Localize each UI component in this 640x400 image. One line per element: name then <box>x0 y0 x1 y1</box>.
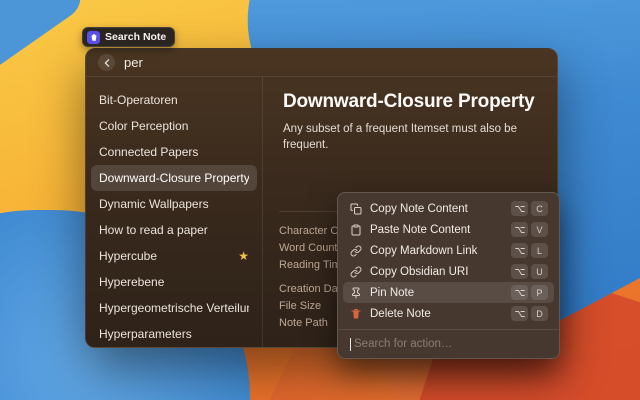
menu-item-paste-note-content[interactable]: Paste Note Content V <box>343 219 554 240</box>
star-icon: ★ <box>238 249 249 263</box>
link-icon <box>349 265 362 278</box>
back-button[interactable] <box>98 54 115 71</box>
menu-item-copy-markdown-link[interactable]: Copy Markdown Link L <box>343 240 554 261</box>
link-icon <box>349 244 362 257</box>
option-key <box>511 306 528 321</box>
search-input[interactable]: per <box>124 55 143 70</box>
shortcut-key: V <box>531 222 548 237</box>
search-bar: per <box>86 49 557 77</box>
note-title: Downward-Closure Property <box>283 91 537 113</box>
pin-icon <box>349 286 362 299</box>
shortcut-key: C <box>531 201 548 216</box>
clipboard-icon <box>349 223 362 236</box>
trash-icon <box>349 307 362 320</box>
chevron-left-icon <box>103 59 111 67</box>
option-key <box>511 201 528 216</box>
shortcut-key: L <box>531 243 548 258</box>
tooltip-label: Search Note <box>105 31 166 43</box>
option-key <box>511 243 528 258</box>
notes-list: Bit-Operatoren Color Perception Connecte… <box>86 77 263 347</box>
list-item-selected[interactable]: Downward-Closure Property <box>91 165 257 191</box>
list-item[interactable]: Hypercube★ <box>91 243 257 269</box>
shortcut-key: P <box>531 285 548 300</box>
app-tooltip: Search Note <box>82 27 175 47</box>
option-key <box>511 222 528 237</box>
copy-icon <box>349 202 362 215</box>
obsidian-icon <box>87 31 100 44</box>
option-key <box>511 285 528 300</box>
list-item[interactable]: Bit-Operatoren <box>91 87 257 113</box>
list-item[interactable]: Connected Papers <box>91 139 257 165</box>
list-item[interactable]: Dynamic Wallpapers <box>91 191 257 217</box>
list-item[interactable]: Hyperebene <box>91 269 257 295</box>
shortcut-key: U <box>531 264 548 279</box>
menu-item-pin-note[interactable]: Pin Note P <box>343 282 554 303</box>
list-item[interactable]: How to read a paper <box>91 217 257 243</box>
note-body: Any subset of a frequent Itemset must al… <box>283 122 537 153</box>
actions-menu: Copy Note Content C Paste Note Content V… <box>337 192 560 359</box>
list-item[interactable]: Hypergeometrische Verteilung <box>91 295 257 321</box>
list-item[interactable]: Color Perception <box>91 113 257 139</box>
list-item[interactable]: Hyperparameters <box>91 321 257 347</box>
menu-item-copy-note-content[interactable]: Copy Note Content C <box>343 198 554 219</box>
menu-item-copy-obsidian-uri[interactable]: Copy Obsidian URI U <box>343 261 554 282</box>
action-search-input[interactable]: Search for action… <box>343 330 554 358</box>
shortcut-key: D <box>531 306 548 321</box>
action-search-placeholder: Search for action… <box>354 338 452 350</box>
option-key <box>511 264 528 279</box>
text-cursor <box>350 338 351 351</box>
menu-item-delete-note[interactable]: Delete Note D <box>343 303 554 324</box>
